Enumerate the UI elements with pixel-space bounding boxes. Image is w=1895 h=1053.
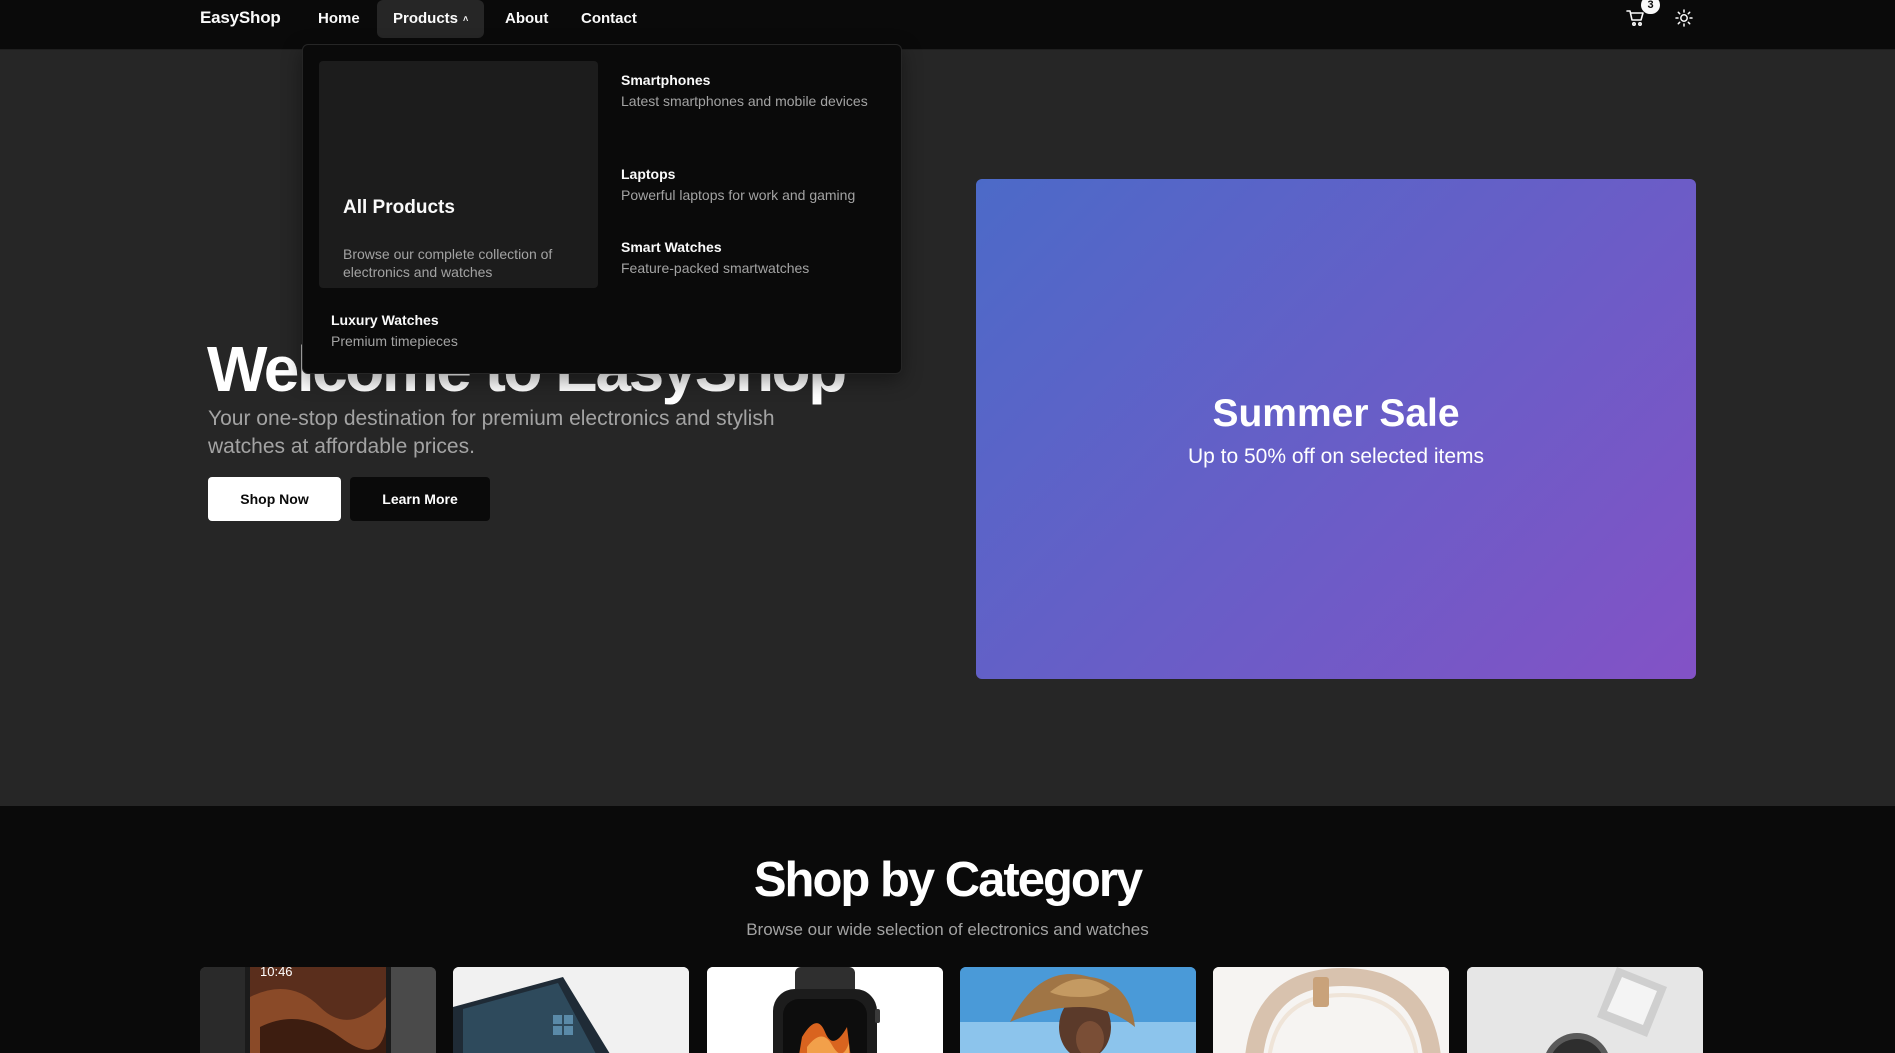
category-title: Shop by Category (753, 853, 1143, 907)
nav-products[interactable]: Products ˄ (377, 0, 485, 38)
woman-with-hat-image (960, 967, 1196, 1053)
theme-toggle-button[interactable] (1674, 8, 1694, 28)
category-card-luxury-watches[interactable] (1467, 967, 1703, 1053)
category-subtitle: Browse our wide selection of electronics… (746, 920, 1149, 939)
menu-item-title: Laptops (621, 166, 676, 182)
category-section: Shop by Category Browse our wide selecti… (0, 806, 1895, 1053)
nav-contact[interactable]: Contact (565, 0, 653, 38)
navbar: EasyShop Home Products ˄ About Contact 3 (0, 0, 1895, 50)
sun-icon (1675, 9, 1693, 27)
category-card-smart-watches[interactable] (707, 967, 943, 1053)
category-card-smartphones[interactable]: 10:46 (200, 967, 436, 1053)
luxury-watch-image (1467, 967, 1703, 1053)
hero-subtitle: Your one-stop destination for premium el… (208, 407, 775, 458)
all-products-description: Browse our complete collection of electr… (343, 246, 553, 280)
shop-now-button[interactable]: Shop Now (208, 477, 341, 521)
smartwatch-image (707, 967, 943, 1053)
category-card-headphones[interactable] (1213, 967, 1449, 1053)
laptop-image (453, 967, 689, 1053)
nav-about[interactable]: About (489, 0, 564, 38)
brand-logo[interactable]: EasyShop (200, 8, 281, 28)
cart-count-badge: 3 (1641, 0, 1660, 14)
menu-item-title: Smart Watches (621, 239, 722, 255)
category-card-laptops[interactable] (453, 967, 689, 1053)
menu-item-title: Smartphones (621, 72, 711, 88)
learn-more-button[interactable]: Learn More (350, 477, 490, 521)
nav-home[interactable]: Home (302, 0, 376, 38)
menu-item-description: Powerful laptops for work and gaming (621, 187, 856, 203)
all-products-title: All Products (343, 197, 455, 218)
menu-item-title: Luxury Watches (331, 312, 439, 328)
chevron-up-icon: ˄ (463, 14, 469, 24)
menu-item-description: Feature-packed smartwatches (621, 260, 810, 276)
promo-banner[interactable]: Summer Sale Up to 50% off on selected it… (976, 179, 1696, 679)
nav-products-label: Products (393, 10, 459, 27)
smartphone-image: 10:46 (200, 967, 436, 1053)
promo-title: Summer Sale (1212, 392, 1460, 435)
menu-item-description: Premium timepieces (331, 333, 458, 349)
products-dropdown-menu: All Products Browse our complete collect… (302, 44, 902, 374)
menu-item-luxury-watches[interactable]: Luxury Watches Premium timepieces (331, 311, 601, 351)
menu-item-laptops[interactable]: Laptops Powerful laptops for work and ga… (621, 165, 891, 205)
all-products-card[interactable]: All Products Browse our complete collect… (319, 61, 598, 288)
phone-time: 10:46 (260, 967, 293, 979)
category-card-fashion[interactable] (960, 967, 1196, 1053)
menu-item-smartphones[interactable]: Smartphones Latest smartphones and mobil… (621, 71, 891, 111)
menu-item-smart-watches[interactable]: Smart Watches Feature-packed smartwatche… (621, 238, 891, 278)
menu-item-description: Latest smartphones and mobile devices (621, 93, 868, 109)
headphones-image (1213, 967, 1449, 1053)
promo-subtitle: Up to 50% off on selected items (1187, 445, 1485, 468)
hero-section: Welcome to EasyShop Your one-stop destin… (0, 50, 1895, 806)
